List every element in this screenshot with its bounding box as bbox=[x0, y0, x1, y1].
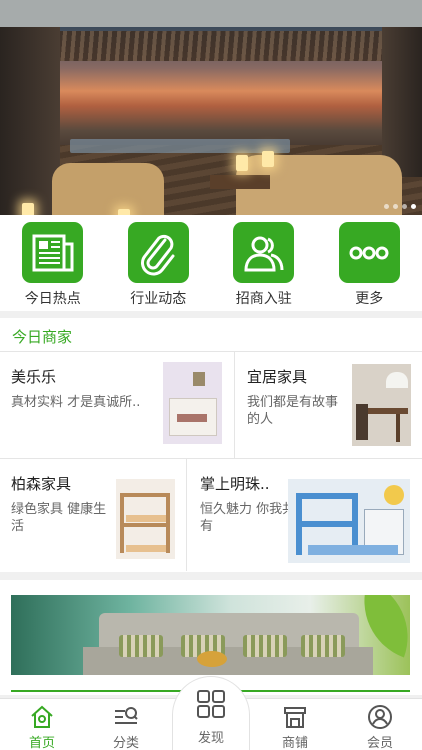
quick-link-label: 招商入驻 bbox=[235, 291, 292, 307]
merchant-desc: 真材实料 才是真诚所.. bbox=[11, 395, 141, 410]
merchant-name: 美乐乐 bbox=[11, 368, 57, 386]
merchant-thumbnail bbox=[288, 479, 410, 563]
quick-links: 今日热点 行业动态 招商入驻 更多 bbox=[0, 215, 422, 311]
home-icon bbox=[29, 704, 55, 730]
merchant-desc: 绿色家具 健康生活 bbox=[11, 502, 107, 534]
tab-discover[interactable]: 发现 bbox=[172, 676, 250, 750]
status-bar bbox=[0, 0, 422, 27]
banner-pool bbox=[70, 139, 290, 153]
merchant-card[interactable]: 掌上明珠.. 恒久魅力 你我共有 bbox=[187, 459, 422, 571]
quick-link-industry-news[interactable]: 行业动态 bbox=[106, 215, 212, 311]
banner-carousel[interactable] bbox=[0, 27, 422, 215]
carousel-dot-active[interactable] bbox=[411, 204, 416, 209]
banner-table bbox=[210, 175, 270, 189]
tab-home[interactable]: 首页 bbox=[0, 699, 84, 750]
user-icon bbox=[367, 704, 393, 730]
flower-vase bbox=[197, 651, 227, 667]
merchant-name: 柏森家具 bbox=[11, 475, 72, 493]
candle bbox=[22, 203, 34, 215]
newspaper-icon bbox=[22, 222, 84, 283]
banner-tree bbox=[382, 27, 422, 177]
candle bbox=[236, 155, 248, 171]
tab-label: 商铺 bbox=[281, 736, 308, 750]
merchant-card[interactable]: 宜居家具 我们都是有故事的人 bbox=[235, 352, 422, 458]
merchants-section: 今日商家 美乐乐 真材实料 才是真诚所.. 宜居家具 我们都是有故事的人 柏森家… bbox=[0, 318, 422, 572]
tab-label: 发现 bbox=[197, 731, 224, 746]
people-icon bbox=[233, 222, 295, 283]
promo-image bbox=[11, 595, 410, 675]
merchant-thumbnail bbox=[352, 364, 411, 446]
merchant-name: 宜居家具 bbox=[247, 368, 308, 386]
merchant-desc: 恒久魅力 你我共有 bbox=[200, 502, 296, 534]
tab-member[interactable]: 会员 bbox=[338, 699, 422, 750]
tab-label: 首页 bbox=[28, 736, 55, 750]
quick-link-label: 行业动态 bbox=[130, 291, 187, 307]
banner-chair bbox=[52, 163, 164, 215]
more-dots-icon bbox=[338, 222, 400, 283]
cushion bbox=[243, 635, 287, 657]
merchant-card[interactable]: 柏森家具 绿色家具 健康生活 bbox=[0, 459, 186, 571]
carousel-indicator[interactable] bbox=[384, 204, 416, 209]
tab-category[interactable]: 分类 bbox=[84, 699, 168, 750]
carousel-dot[interactable] bbox=[402, 204, 407, 209]
category-search-icon bbox=[113, 704, 139, 730]
shop-icon bbox=[282, 704, 308, 730]
cushion bbox=[301, 635, 345, 657]
banner-roof bbox=[40, 31, 422, 61]
merchant-thumbnail bbox=[116, 479, 175, 559]
quick-link-label: 更多 bbox=[355, 291, 384, 307]
paperclip-icon bbox=[127, 222, 189, 283]
banner-tree bbox=[0, 27, 60, 215]
tab-label: 分类 bbox=[112, 736, 139, 750]
carousel-dot[interactable] bbox=[393, 204, 398, 209]
quick-link-more[interactable]: 更多 bbox=[317, 215, 422, 311]
quick-link-label: 今日热点 bbox=[24, 291, 81, 307]
carousel-dot[interactable] bbox=[384, 204, 389, 209]
grid-icon bbox=[196, 689, 226, 723]
quick-link-hot-today[interactable]: 今日热点 bbox=[0, 215, 106, 311]
quick-link-recruit[interactable]: 招商入驻 bbox=[211, 215, 317, 311]
section-title: 今日商家 bbox=[12, 328, 73, 346]
merchant-thumbnail bbox=[163, 362, 222, 444]
merchant-name: 掌上明珠.. bbox=[200, 475, 270, 493]
tab-label: 会员 bbox=[366, 736, 393, 750]
candle bbox=[262, 151, 274, 167]
merchant-desc: 我们都是有故事的人 bbox=[247, 395, 339, 427]
tab-shops[interactable]: 商铺 bbox=[253, 699, 337, 750]
cushion bbox=[119, 635, 163, 657]
merchant-card[interactable]: 美乐乐 真材实料 才是真诚所.. bbox=[0, 352, 234, 458]
